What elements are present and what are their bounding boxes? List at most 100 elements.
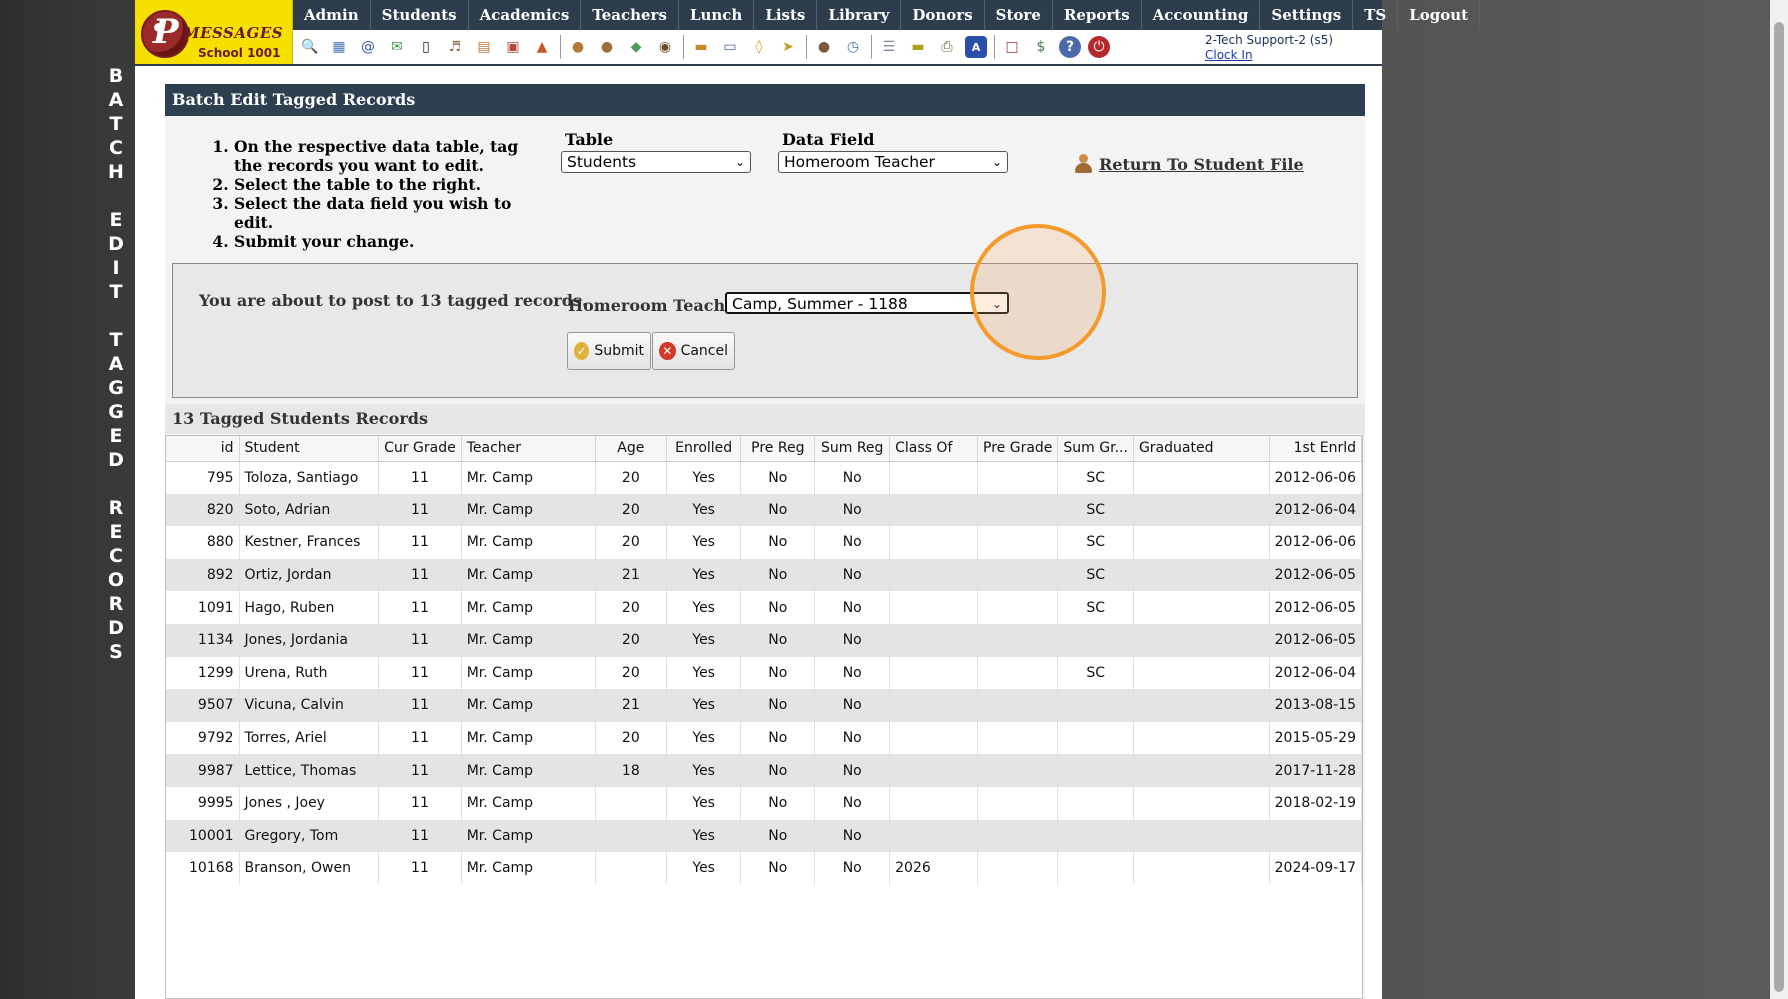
search-icon[interactable]: 🔍 [299,36,321,58]
student-icon[interactable]: ● [567,36,589,58]
pdf-icon[interactable]: □ [1001,36,1023,58]
ap-icon[interactable]: A [965,36,987,58]
menu-admin[interactable]: Admin [293,0,371,30]
logo-name: MESSAGES [183,24,284,42]
table-cell: 2012-06-05 [1269,558,1362,592]
table-row[interactable]: 9507 Vicuna, Calvin 11 Mr. Camp 21 Yes No No 201… [166,689,1362,722]
submit-icon: ✓ [574,342,590,360]
printer-icon[interactable]: ⎙ [936,36,958,58]
table-row[interactable]: 9995 Jones , Joey 11 Mr. Camp Yes No No 2018-02… [166,786,1362,820]
teacher-icon[interactable]: ● [596,36,618,58]
table-cell: No [740,852,816,885]
table-cell: Yes [666,656,742,690]
column-header[interactable]: Cur Grade [378,436,462,462]
vertical-title-letter: B [108,65,124,87]
menu-accounting[interactable]: Accounting [1142,0,1261,30]
homeroom-teacher-select[interactable]: Camp, Summer - 1188 ⌄ [725,292,1009,314]
table-cell: 9792 [166,721,240,755]
menu-reports[interactable]: Reports [1053,0,1142,30]
table-row[interactable]: 1091 Hago, Ruben 11 Mr. Camp 20 Yes No No SC 2012… [166,591,1362,624]
data-field-select[interactable]: Homeroom Teacher ⌄ [778,151,1008,173]
donate-icon[interactable]: ➤ [777,36,799,58]
table-row[interactable]: 9792 Torres, Ariel 11 Mr. Camp 20 Yes No No 2015… [166,721,1362,755]
column-header[interactable]: Class Of [889,436,979,462]
table-row[interactable]: 10168 Branson, Owen 11 Mr. Camp Yes No No 2026 2… [166,852,1362,885]
return-to-student-file-link[interactable]: Return To Student File [1073,154,1304,174]
column-header[interactable]: Pre Reg [740,436,816,462]
page-scrollbar[interactable] [1770,0,1788,999]
id-card-icon[interactable]: ▬ [907,36,929,58]
column-header[interactable]: Pre Grade [977,436,1059,462]
column-header[interactable]: Teacher [461,436,596,462]
vertical-title-letter: C [109,545,123,567]
logo[interactable]: P MESSAGES School 1001 [135,0,293,64]
menu-academics[interactable]: Academics [469,0,582,30]
column-header[interactable]: Enrolled [666,436,742,462]
scrollbar-thumb[interactable] [1774,22,1784,992]
table-row[interactable]: 1299 Urena, Ruth 11 Mr. Camp 20 Yes No No SC 2012… [166,656,1362,690]
menu-teachers[interactable]: Teachers [581,0,679,30]
help-icon[interactable]: ? [1059,36,1081,58]
table-cell [889,689,979,722]
power-icon[interactable]: ⏻ [1088,36,1110,58]
table-row[interactable]: 892 Ortiz, Jordan 11 Mr. Camp 21 Yes No No SC 201… [166,558,1362,592]
user-icon[interactable]: ● [813,36,835,58]
list-icon[interactable]: ☰ [878,36,900,58]
table-cell [1133,754,1270,787]
table-row[interactable]: 1134 Jones, Jordania 11 Mr. Camp 20 Yes No No 20… [166,623,1362,657]
menu-ts[interactable]: TS [1353,0,1399,30]
table-cell [977,754,1059,787]
submit-button[interactable]: ✓ Submit [567,332,651,370]
table-cell [889,754,979,787]
table-cell: No [814,526,891,559]
table-cell [889,623,979,657]
table-row[interactable]: 795 Toloza, Santiago 11 Mr. Camp 20 Yes No No SC… [166,461,1362,494]
menu-donors[interactable]: Donors [901,0,985,30]
table-cell [977,656,1059,690]
menu-settings[interactable]: Settings [1260,0,1354,30]
book-icon[interactable]: ▭ [719,36,741,58]
email-icon[interactable]: @ [357,36,379,58]
chat-icon[interactable]: ✉ [386,36,408,58]
table-cell [977,526,1059,559]
calendar-icon[interactable]: ▣ [502,36,524,58]
calendar-grid-icon[interactable]: ▦ [328,36,350,58]
clock-icon[interactable]: ◷ [842,36,864,58]
table-row[interactable]: 9987 Lettice, Thomas 11 Mr. Camp 18 Yes No No 20… [166,754,1362,787]
logo-school: School 1001 [198,46,281,60]
table-label: Table [565,130,614,149]
bell-icon[interactable]: ◊ [748,36,770,58]
phone-icon[interactable]: ▯ [415,36,437,58]
group-icon[interactable]: ◉ [654,36,676,58]
clock-in-link[interactable]: Clock In [1205,48,1333,63]
form-icon[interactable]: ▤ [473,36,495,58]
table-cell: Yes [666,623,742,657]
speaker-icon[interactable]: ♬ [444,36,466,58]
column-header[interactable]: id [166,436,240,462]
menu-lunch[interactable]: Lunch [679,0,755,30]
column-header[interactable]: 1st Enrld [1269,436,1362,462]
table-cell: No [740,786,816,820]
column-header[interactable]: Student [239,436,380,462]
table-row[interactable]: 880 Kestner, Frances 11 Mr. Camp 20 Yes No No SC… [166,526,1362,559]
menu-lists[interactable]: Lists [754,0,818,30]
table-select[interactable]: Students ⌄ [561,151,751,173]
lunch-icon[interactable]: ▬ [690,36,712,58]
table-row[interactable]: 820 Soto, Adrian 11 Mr. Camp 20 Yes No No SC 2012… [166,493,1362,527]
megaphone-icon[interactable]: ▲ [531,36,553,58]
table-row[interactable]: 10001 Gregory, Tom 11 Mr. Camp Yes No No [166,819,1362,853]
table-cell: 795 [166,461,240,494]
menu-students[interactable]: Students [371,0,469,30]
column-header[interactable]: Sum Gr... [1057,436,1134,462]
table-cell: Mr. Camp [461,786,596,820]
cancel-button[interactable]: ✕ Cancel [652,332,735,370]
column-header[interactable]: Sum Reg [814,436,891,462]
tag-icon[interactable]: ◆ [625,36,647,58]
column-header[interactable]: Graduated [1133,436,1270,462]
table-cell: Mr. Camp [461,754,596,787]
column-header[interactable]: Age [595,436,668,462]
menu-logout[interactable]: Logout [1398,0,1481,30]
money-icon[interactable]: $ [1030,36,1052,58]
menu-library[interactable]: Library [817,0,902,30]
menu-store[interactable]: Store [985,0,1053,30]
